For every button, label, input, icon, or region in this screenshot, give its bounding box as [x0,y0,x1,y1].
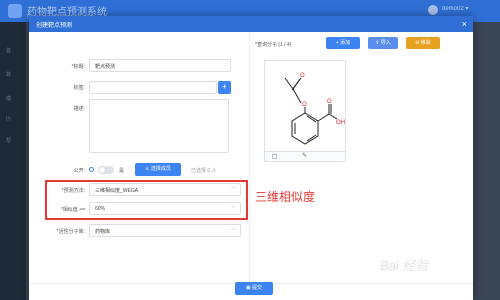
dialog-title: 创建靶点预测 [36,23,73,29]
user-avatar[interactable] [428,5,438,15]
add-molecule-button[interactable]: + 添加 [326,37,360,49]
library-label: *活性分子库: [56,229,85,235]
select-members-label: 选择成员 [150,166,171,172]
title-input[interactable]: 靶点预测 [89,59,231,72]
submit-button[interactable]: ▣ 提交 [235,282,273,295]
title-label: *标题: [71,64,85,70]
annotation-text: 三维相似度 [255,190,316,204]
sidebar-item-history[interactable]: 历 [6,115,11,122]
toggle-knob [99,167,105,173]
ester-oxygen-label: O [302,102,307,108]
library-value: 药物库 [95,229,111,235]
acid-oxygen-label: O [327,99,332,105]
query-molecule-label: *查询分子 (1 / 4) [255,42,292,48]
tags-input[interactable] [89,81,217,94]
remove-button[interactable]: ⊖ 移除 [406,37,440,49]
chevron-down-icon: ﹀ [230,228,236,234]
molecule-checkbox[interactable] [272,154,277,159]
app-sidebar: 首 数 模 历 帮 [0,22,26,300]
remove-label: 移除 [420,40,431,46]
molecule-toolbar: ✎ [264,152,346,162]
library-select[interactable]: 药物库 ﹀ [89,224,241,237]
molecule-structure-image: O O O OH [284,73,345,145]
public-radio[interactable] [89,167,94,172]
column-divider [249,32,250,282]
app-logo-icon [8,4,22,18]
add-tag-button[interactable]: + [218,81,231,94]
submit-label: 提交 [252,285,263,291]
hydroxyl-label: OH [336,120,345,126]
import-button[interactable]: ⇪ 导入 [368,37,398,49]
sidebar-item-model[interactable]: 模 [6,95,11,102]
description-label: 描述: [73,106,85,112]
highlight-box [45,180,248,220]
user-menu[interactable]: demo02 ▾ [442,5,468,12]
public-option-label: 是 [119,168,125,174]
selected-count: 已选择 0 人 [191,168,217,174]
sidebar-item-home[interactable]: 首 [6,47,11,54]
close-icon[interactable]: × [462,18,467,30]
pencil-icon[interactable]: ✎ [302,152,307,159]
watermark: Bai 经验 [380,258,429,273]
dialog-header: 创建靶点预测 × [29,16,473,32]
public-toggle[interactable] [98,166,114,174]
description-textarea[interactable] [89,99,229,153]
tags-label: 标签: [73,85,85,91]
sidebar-item-data[interactable]: 数 [6,71,11,78]
carbonyl-oxygen-label: O [300,73,305,79]
import-label: 导入 [380,40,391,46]
sidebar-item-help[interactable]: 帮 [6,137,11,144]
select-members-button[interactable]: ♙ 选择成员 [135,163,181,176]
public-label: 公开: [73,168,85,174]
molecule-card[interactable]: O O O OH [264,60,346,152]
